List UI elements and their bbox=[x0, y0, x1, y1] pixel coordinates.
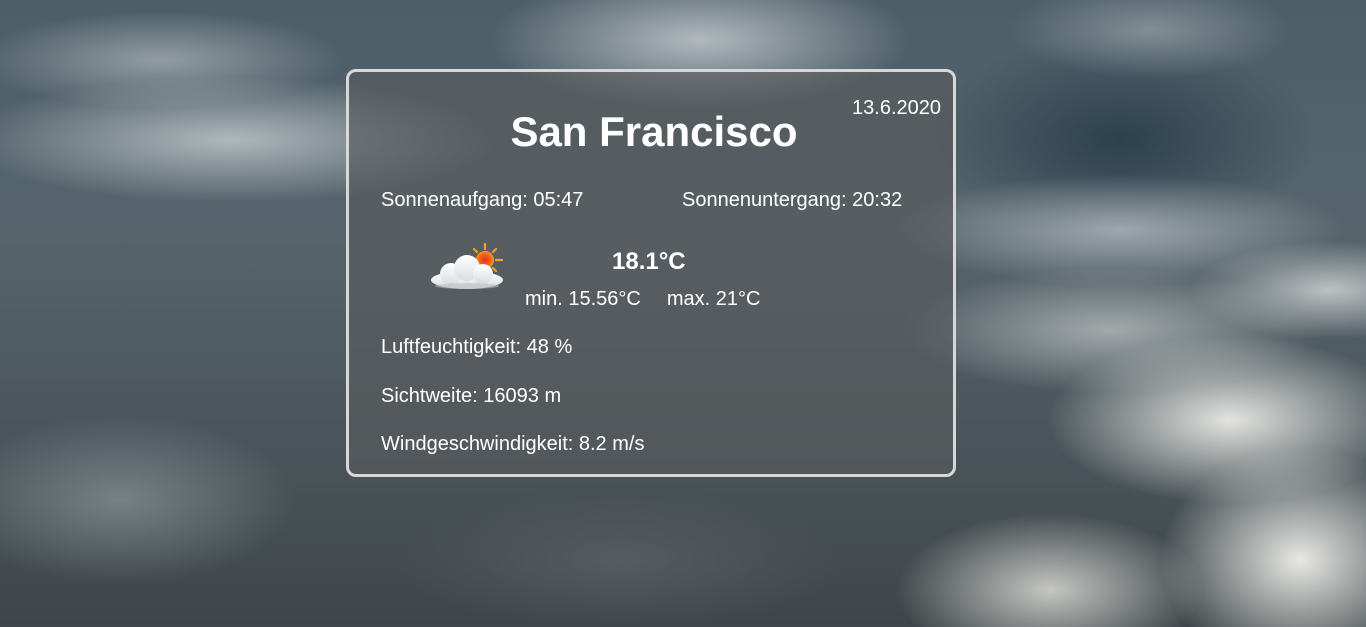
weather-card: 13.6.2020 San Francisco Sonnenaufgang: 0… bbox=[346, 69, 956, 477]
sunset-time: Sonnenuntergang: 20:32 bbox=[682, 189, 903, 211]
max-temperature: max. 21°C bbox=[666, 288, 761, 310]
min-max-temperature: min. 15.56°C max. 21°C bbox=[525, 288, 760, 311]
humidity-value: Luftfeuchtigkeit: 48 % bbox=[381, 336, 573, 358]
partly-cloudy-icon bbox=[431, 242, 504, 289]
min-temperature: min. 15.56°C bbox=[525, 288, 641, 310]
sunrise-time: Sonnenaufgang: 05:47 bbox=[381, 189, 584, 211]
current-temperature: 18.1°C bbox=[612, 248, 686, 275]
wind-speed-value: Windgeschwindigkeit: 8.2 m/s bbox=[381, 433, 645, 455]
visibility-value: Sichtweite: 16093 m bbox=[381, 385, 562, 407]
city-name: San Francisco bbox=[510, 108, 798, 155]
